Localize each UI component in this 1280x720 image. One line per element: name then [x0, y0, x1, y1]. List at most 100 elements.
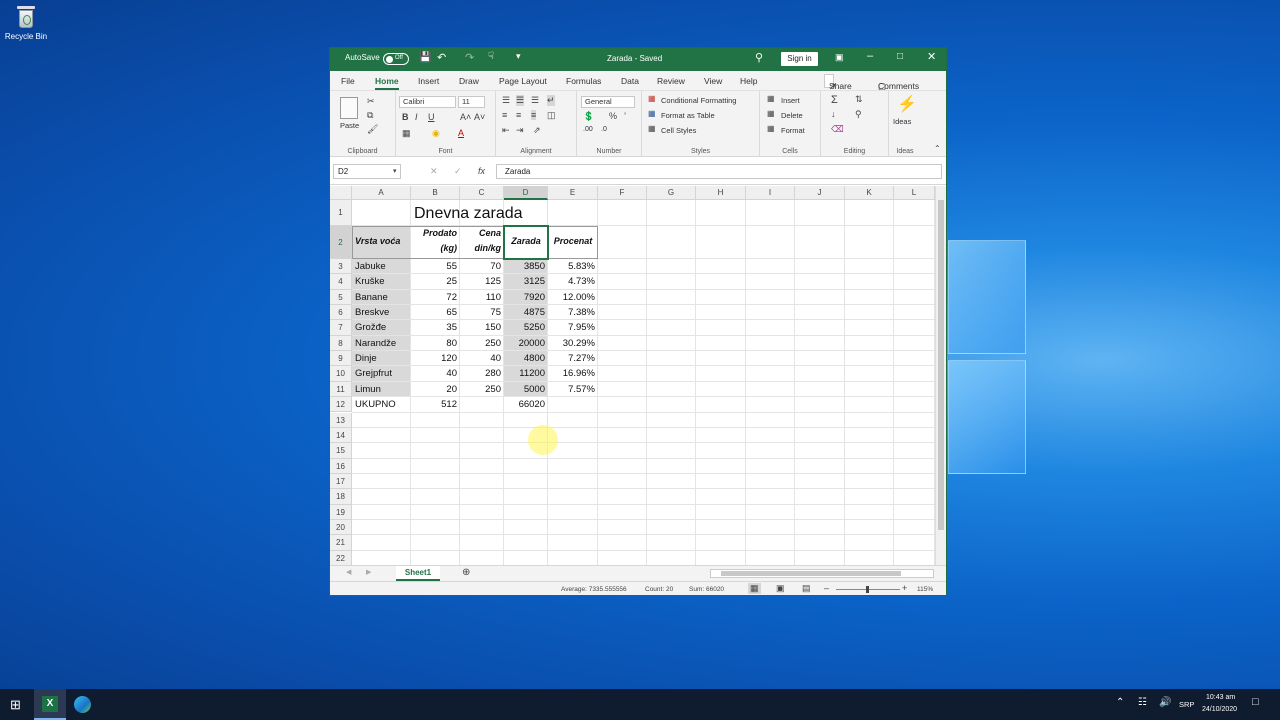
- format-as-table-button[interactable]: Format as Table: [661, 111, 715, 120]
- horizontal-scrollbar[interactable]: [710, 569, 934, 578]
- row-header-5[interactable]: 5: [330, 289, 352, 306]
- show-hidden-icons[interactable]: ⌃: [1116, 697, 1124, 708]
- autosum-icon[interactable]: Σ: [831, 94, 838, 106]
- row-header-13[interactable]: 13: [330, 412, 352, 428]
- cell-percent[interactable]: 7.57%: [548, 384, 595, 395]
- comma-style-icon[interactable]: ’: [624, 111, 626, 121]
- format-cells-button[interactable]: Format: [781, 126, 805, 135]
- orientation-icon[interactable]: ⇗: [533, 125, 541, 136]
- column-header-f[interactable]: F: [598, 186, 647, 200]
- decrease-font-icon[interactable]: A˅: [474, 112, 485, 122]
- cell-fruit-name[interactable]: Breskve: [355, 307, 389, 318]
- cell-percent[interactable]: 12.00%: [548, 292, 595, 303]
- increase-font-icon[interactable]: A˄: [460, 112, 471, 122]
- cell-fruit-name[interactable]: Narandže: [355, 338, 396, 349]
- align-bottom-icon[interactable]: ☰: [531, 95, 539, 106]
- cell-earnings[interactable]: 7920: [504, 292, 545, 303]
- worksheet-grid[interactable]: A B C D E F G H I J K L 1 2 3 4 5 6 7 8 9 10 11 12 13 14 15 16 17 18 1…: [330, 186, 935, 565]
- tab-data[interactable]: Data: [621, 76, 639, 86]
- minimize-icon[interactable]: –: [867, 50, 873, 62]
- cell-fruit-name[interactable]: Dinje: [355, 353, 377, 364]
- delete-cells-button[interactable]: Delete: [781, 111, 803, 120]
- tab-insert[interactable]: Insert: [418, 76, 439, 86]
- customize-toolbar-icon[interactable]: ▾: [516, 51, 521, 62]
- clear-icon[interactable]: ⌫: [831, 124, 844, 135]
- row-header-17[interactable]: 17: [330, 473, 352, 490]
- cell-fruit-name[interactable]: Jabuke: [355, 261, 386, 272]
- cell-fruit-name[interactable]: Banane: [355, 292, 388, 303]
- tab-formulas[interactable]: Formulas: [566, 76, 601, 86]
- tab-page-layout[interactable]: Page Layout: [499, 76, 547, 86]
- page-break-view-icon[interactable]: ▤: [802, 583, 811, 594]
- touch-mode-icon[interactable]: ☟: [488, 51, 494, 62]
- name-box[interactable]: D2: [333, 164, 401, 179]
- column-header-g[interactable]: G: [647, 186, 696, 200]
- total-label[interactable]: UKUPNO: [355, 399, 396, 410]
- decrease-indent-icon[interactable]: ⇤: [502, 125, 510, 136]
- ideas-icon[interactable]: ⚡: [897, 94, 917, 114]
- conditional-formatting-button[interactable]: Conditional Formatting: [661, 96, 736, 105]
- bold-icon[interactable]: B: [402, 112, 409, 122]
- total-earnings[interactable]: 66020: [504, 399, 545, 410]
- row-header-22[interactable]: 22: [330, 550, 352, 565]
- cell-percent[interactable]: 7.27%: [548, 353, 595, 364]
- row-header-12[interactable]: 12: [330, 397, 352, 413]
- recycle-bin[interactable]: Recycle Bin: [4, 4, 48, 41]
- cell-price[interactable]: 75: [460, 307, 501, 318]
- save-icon[interactable]: 💾: [419, 52, 431, 63]
- cell-price[interactable]: 40: [460, 353, 501, 364]
- redo-icon[interactable]: ↷: [465, 51, 474, 64]
- edge-icon[interactable]: [74, 696, 91, 713]
- collapse-ribbon-icon[interactable]: ⌃: [934, 144, 941, 153]
- cell-price[interactable]: 250: [460, 338, 501, 349]
- cell-styles-button[interactable]: Cell Styles: [661, 126, 696, 135]
- font-name-select[interactable]: Calibri: [399, 96, 456, 108]
- name-box-dropdown-icon[interactable]: ▾: [393, 167, 397, 175]
- close-icon[interactable]: ✕: [927, 50, 936, 63]
- tab-review[interactable]: Review: [657, 76, 685, 86]
- cut-icon[interactable]: ✂: [367, 96, 375, 107]
- cell-earnings[interactable]: 5000: [504, 384, 545, 395]
- undo-icon[interactable]: ↶: [437, 51, 446, 64]
- cell-fruit-name[interactable]: Limun: [355, 384, 381, 395]
- align-left-icon[interactable]: ≡: [502, 110, 507, 120]
- cell-quantity[interactable]: 20: [411, 384, 457, 395]
- row-header-10[interactable]: 10: [330, 366, 352, 382]
- vertical-scroll-thumb[interactable]: [938, 200, 944, 530]
- cell-percent[interactable]: 4.73%: [548, 276, 595, 287]
- row-header-21[interactable]: 21: [330, 535, 352, 551]
- tab-file[interactable]: File: [341, 76, 355, 86]
- cell-price[interactable]: 110: [460, 292, 501, 303]
- cell-price[interactable]: 70: [460, 261, 501, 272]
- tab-help[interactable]: Help: [740, 76, 757, 86]
- percent-style-icon[interactable]: %: [609, 111, 617, 121]
- next-sheet-icon[interactable]: ▶: [366, 568, 371, 576]
- normal-view-icon[interactable]: ▦: [748, 583, 761, 594]
- cell-fruit-name[interactable]: Grejpfrut: [355, 368, 392, 379]
- row-header-2[interactable]: 2: [330, 226, 352, 259]
- cell-quantity[interactable]: 55: [411, 261, 457, 272]
- format-painter-icon[interactable]: 🖌: [367, 124, 378, 135]
- autosave-toggle[interactable]: Off: [383, 53, 409, 65]
- ribbon-display-icon[interactable]: ▣: [835, 52, 844, 63]
- align-center-icon[interactable]: ≡: [516, 110, 521, 120]
- cancel-entry-icon[interactable]: ✕: [430, 166, 438, 177]
- insert-function-icon[interactable]: fx: [478, 166, 485, 176]
- cell-percent[interactable]: 5.83%: [548, 261, 595, 272]
- sort-filter-icon[interactable]: ⇅: [855, 94, 863, 105]
- cell-percent[interactable]: 30.29%: [548, 338, 595, 349]
- enter-entry-icon[interactable]: ✓: [454, 166, 462, 177]
- cell-percent[interactable]: 7.95%: [548, 322, 595, 333]
- cell-earnings[interactable]: 20000: [504, 338, 545, 349]
- italic-icon[interactable]: I: [415, 112, 418, 122]
- cell-fruit-name[interactable]: Grožđe: [355, 322, 386, 333]
- new-sheet-icon[interactable]: ⊕: [462, 567, 470, 578]
- maximize-icon[interactable]: □: [897, 51, 903, 62]
- cell-quantity[interactable]: 40: [411, 368, 457, 379]
- zoom-slider[interactable]: [836, 586, 900, 593]
- tab-draw[interactable]: Draw: [459, 76, 479, 86]
- column-header-h[interactable]: H: [696, 186, 746, 200]
- paste-button[interactable]: Paste: [340, 121, 359, 130]
- row-header-3[interactable]: 3: [330, 259, 352, 275]
- column-header-c[interactable]: C: [460, 186, 504, 200]
